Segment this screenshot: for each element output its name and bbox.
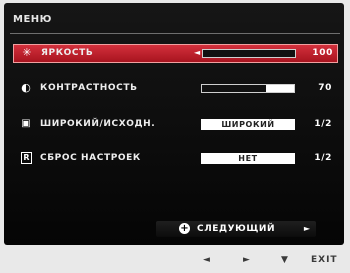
contrast-value: 70: [318, 83, 332, 93]
next-button[interactable]: + СЛЕДУЮЩИЙ ►: [156, 221, 316, 237]
decrease-arrow-icon[interactable]: ◄: [194, 48, 200, 57]
plus-icon: +: [179, 223, 190, 234]
menu-item-contrast[interactable]: ◐ КОНТРАСТНОСТЬ 70: [13, 80, 336, 97]
aspect-ratio-page: 1/2: [314, 119, 332, 129]
menu-item-aspect-ratio[interactable]: ▣ ШИРОКИЙ/ИСХОДН. ШИРОКИЙ 1/2: [13, 116, 336, 133]
menu-item-label: ШИРОКИЙ/ИСХОДН.: [40, 119, 156, 129]
menu-item-brightness[interactable]: ✳ ЯРКОСТЬ ◄ 100: [13, 44, 338, 63]
brightness-value: 100: [312, 48, 333, 58]
menu-item-label: ЯРКОСТЬ: [41, 48, 94, 58]
brightness-slider[interactable]: [202, 49, 296, 58]
reset-icon: R: [21, 152, 32, 164]
menu-item-reset[interactable]: R СБРОС НАСТРОЕК НЕТ 1/2: [13, 150, 336, 167]
reset-page: 1/2: [314, 153, 332, 163]
down-arrow-button[interactable]: ▼: [281, 255, 288, 265]
contrast-icon: ◐: [21, 81, 31, 94]
contrast-slider[interactable]: [201, 84, 295, 93]
menu-item-label: КОНТРАСТНОСТЬ: [40, 83, 138, 93]
brightness-slider-fill: [203, 50, 295, 57]
monitor-osd: МЕНЮ ✳ ЯРКОСТЬ ◄ 100 ◐ КОНТРАСТНОСТЬ 70 …: [0, 0, 350, 273]
exit-button[interactable]: EXIT: [311, 255, 338, 265]
aspect-ratio-option[interactable]: ШИРОКИЙ: [201, 119, 295, 130]
monitor-button-bar: ◄ ► ▼ EXIT: [0, 250, 350, 270]
menu-item-label: СБРОС НАСТРОЕК: [40, 153, 141, 163]
title-divider: [10, 33, 340, 34]
right-arrow-icon: ►: [303, 224, 310, 233]
reset-option[interactable]: НЕТ: [201, 153, 295, 164]
right-arrow-button[interactable]: ►: [243, 255, 250, 265]
menu-title: МЕНЮ: [13, 14, 52, 25]
brightness-icon: ✳: [22, 46, 32, 59]
left-arrow-button[interactable]: ◄: [203, 255, 210, 265]
aspect-ratio-icon: ▣: [21, 118, 31, 129]
osd-menu-panel: МЕНЮ ✳ ЯРКОСТЬ ◄ 100 ◐ КОНТРАСТНОСТЬ 70 …: [4, 3, 344, 245]
contrast-slider-fill: [202, 85, 267, 92]
next-button-label: СЛЕДУЮЩИЙ: [197, 224, 276, 234]
